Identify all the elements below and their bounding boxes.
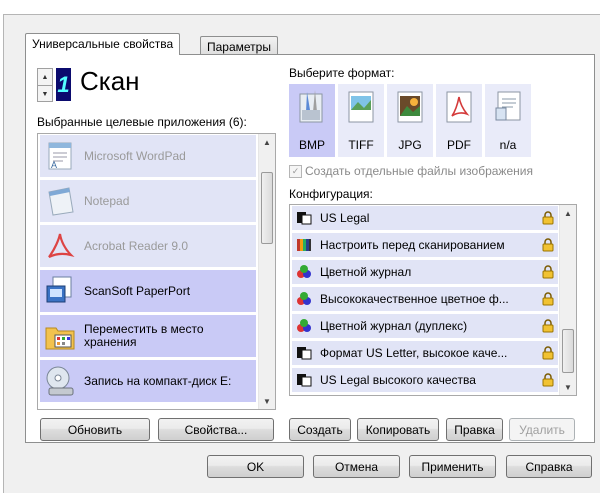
format-options: BMP TIFF JPG PDF n/a xyxy=(289,84,577,158)
pdf-icon xyxy=(446,91,472,123)
list-item[interactable]: Запись на компакт-диск E: xyxy=(40,360,256,402)
profile-title: Скан xyxy=(80,66,140,96)
scroll-up-icon[interactable]: ▲ xyxy=(259,134,275,150)
format-label: JPG xyxy=(398,138,422,152)
wordpad-icon: A xyxy=(48,142,72,170)
bw-page-icon xyxy=(297,212,312,225)
lock-icon xyxy=(542,292,554,306)
app-label: Notepad xyxy=(84,193,130,208)
format-label: TIFF xyxy=(348,138,374,152)
checkmark-icon: ✓ xyxy=(289,164,302,178)
config-label: Цветной журнал (дуплекс) xyxy=(320,319,468,333)
list-item[interactable]: Переместить в место хранения xyxy=(40,315,256,357)
app-label: Acrobat Reader 9.0 xyxy=(84,238,189,253)
copy-button[interactable]: Копировать xyxy=(357,418,439,441)
config-header: Конфигурация: xyxy=(289,187,373,201)
profile-spinner[interactable]: ▲ ▼ xyxy=(37,68,53,102)
format-bmp[interactable]: BMP xyxy=(289,84,335,157)
scroll-thumb[interactable] xyxy=(261,172,273,244)
config-label: Настроить перед сканированием xyxy=(320,238,505,252)
notepad-icon xyxy=(48,187,74,216)
scroll-up-icon[interactable]: ▲ xyxy=(560,205,576,221)
app-label: ScanSoft PaperPort xyxy=(84,283,191,298)
config-label: US Legal xyxy=(320,211,370,225)
svg-text:A: A xyxy=(51,160,57,170)
tiff-icon xyxy=(348,91,374,123)
app-label: Переместить в место хранения xyxy=(84,322,204,349)
create-button[interactable]: Создать xyxy=(289,418,351,441)
scroll-down-icon[interactable]: ▼ xyxy=(560,379,576,395)
config-label: Формат US Letter, высокое каче... xyxy=(320,346,508,360)
jpg-icon xyxy=(397,91,423,123)
profile-number: 1 xyxy=(56,68,71,101)
text-file-icon xyxy=(495,91,521,121)
list-item[interactable]: Цветной журнал (дуплекс) xyxy=(292,314,558,338)
config-scrollbar[interactable]: ▲ ▼ xyxy=(559,205,576,395)
properties-button[interactable]: Свойства... xyxy=(158,418,274,441)
separate-files-label: Создать отдельные файлы изображения xyxy=(305,164,533,178)
cd-burn-icon xyxy=(46,366,74,396)
color-page-icon xyxy=(297,265,311,278)
folder-icon xyxy=(45,327,75,350)
config-label: Цветной журнал xyxy=(320,265,412,279)
edit-button[interactable]: Правка xyxy=(446,418,503,441)
list-item[interactable]: Acrobat Reader 9.0 xyxy=(40,225,256,267)
configure-icon xyxy=(297,239,311,251)
refresh-button[interactable]: Обновить xyxy=(40,418,150,441)
format-label: BMP xyxy=(298,138,325,152)
config-label: US Legal высокого качества xyxy=(320,373,476,387)
format-pdf[interactable]: PDF xyxy=(436,84,482,157)
bmp-icon xyxy=(299,90,323,123)
format-na[interactable]: n/a xyxy=(485,84,531,157)
ok-button[interactable]: OK xyxy=(207,455,304,478)
lock-icon xyxy=(542,319,554,333)
tab-parameters[interactable]: Параметры xyxy=(200,36,278,56)
scroll-thumb[interactable] xyxy=(562,329,574,373)
spin-down-icon[interactable]: ▼ xyxy=(38,86,52,102)
color-page-icon xyxy=(297,319,311,332)
list-item[interactable]: Цветной журнал xyxy=(292,260,558,284)
list-item[interactable]: ScanSoft PaperPort xyxy=(40,270,256,312)
config-list: US Legal Настроить перед сканированием Ц… xyxy=(289,204,577,396)
separate-files-checkbox[interactable]: ✓ Создать отдельные файлы изображения xyxy=(289,164,533,178)
format-label: n/a xyxy=(499,138,517,152)
bw-page-icon xyxy=(297,347,312,360)
bw-page-icon xyxy=(297,374,312,387)
list-item[interactable]: US Legal xyxy=(292,206,558,230)
spin-up-icon[interactable]: ▲ xyxy=(38,69,52,86)
format-tiff[interactable]: TIFF xyxy=(338,84,384,157)
acrobat-icon xyxy=(48,233,75,258)
app-label: Запись на компакт-диск E: xyxy=(84,373,232,388)
list-item[interactable]: Notepad xyxy=(40,180,256,222)
lock-icon xyxy=(542,238,554,252)
list-item[interactable]: Формат US Letter, высокое каче... xyxy=(292,341,558,365)
cancel-button[interactable]: Отмена xyxy=(313,455,400,478)
list-item[interactable]: A Microsoft WordPad xyxy=(40,135,256,177)
tab-universal-properties[interactable]: Универсальные свойства xyxy=(25,33,181,55)
lock-icon xyxy=(542,373,554,387)
app-label: Microsoft WordPad xyxy=(84,148,186,163)
apply-button[interactable]: Применить xyxy=(409,455,496,478)
paperport-icon xyxy=(46,276,72,303)
apps-header: Выбранные целевые приложения (6): xyxy=(37,115,247,129)
list-item[interactable]: US Legal высокого качества xyxy=(292,368,558,392)
list-item[interactable]: Настроить перед сканированием xyxy=(292,233,558,257)
lock-icon xyxy=(542,265,554,279)
delete-button[interactable]: Удалить xyxy=(509,418,575,441)
config-label: Высококачественное цветное ф... xyxy=(320,292,509,306)
apps-scrollbar[interactable]: ▲ ▼ xyxy=(258,134,275,409)
list-item[interactable]: Высококачественное цветное ф... xyxy=(292,287,558,311)
help-button[interactable]: Справка xyxy=(506,455,592,478)
scroll-down-icon[interactable]: ▼ xyxy=(259,393,275,409)
format-jpg[interactable]: JPG xyxy=(387,84,433,157)
lock-icon xyxy=(542,346,554,360)
format-label: PDF xyxy=(447,138,471,152)
apps-list: A Microsoft WordPad Notepad Acrobat Read… xyxy=(37,133,276,410)
lock-icon xyxy=(542,211,554,225)
format-header: Выберите формат: xyxy=(289,66,395,80)
color-page-icon xyxy=(297,292,311,305)
